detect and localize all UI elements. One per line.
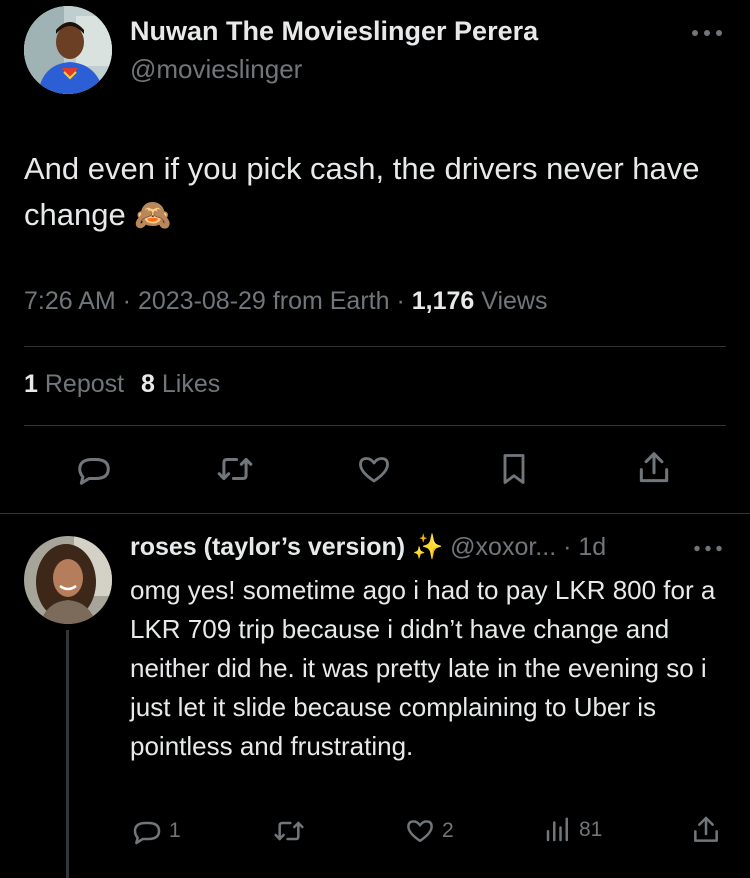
reply-like-button[interactable]: 2 <box>404 815 454 846</box>
reply-more-icon[interactable] <box>693 544 723 553</box>
reply-author-name[interactable]: roses (taylor’s version) <box>130 533 405 561</box>
divider <box>24 425 726 426</box>
author-name[interactable]: Nuwan The Movieslinger Perera <box>130 16 538 47</box>
reposts-link[interactable]: 1 Repost <box>24 370 131 398</box>
author-avatar[interactable] <box>24 6 112 94</box>
share-icon[interactable] <box>635 448 673 488</box>
tweet-time[interactable]: 7:26 AM <box>24 287 116 315</box>
heart-icon <box>404 815 436 846</box>
reply-icon <box>131 815 163 847</box>
reply-author-avatar[interactable] <box>24 536 112 624</box>
bookmark-icon[interactable] <box>496 450 532 488</box>
engagement-counts: 1 Repost 8 Likes <box>24 370 220 399</box>
reply-age[interactable]: 1d <box>578 533 606 561</box>
sparkles-emoji: ✨ <box>412 533 444 561</box>
reposts-label: Repost <box>44 370 125 398</box>
reply-reply-count: 1 <box>169 819 181 842</box>
tweet-text-body: And even if you pick cash, the drivers n… <box>24 151 700 232</box>
reply-like-count: 2 <box>442 818 454 842</box>
retweet-icon[interactable] <box>215 450 255 488</box>
tweet-meta: 7:26 AM · 2023-08-29 from Earth · 1,176 … <box>24 287 548 315</box>
reply-retweet-icon[interactable] <box>272 815 306 847</box>
divider <box>24 346 726 347</box>
see-no-evil-emoji: 🙈 <box>134 199 172 232</box>
reply-views-button[interactable]: 81 <box>543 815 602 845</box>
reply-share-icon[interactable] <box>690 813 722 847</box>
reply-author-handle[interactable]: @xoxor... <box>450 533 556 561</box>
tweet-text: And even if you pick cash, the drivers n… <box>24 146 724 239</box>
tweet-date[interactable]: 2023-08-29 <box>138 287 266 315</box>
reply-reply-button[interactable]: 1 <box>131 815 181 847</box>
author-handle[interactable]: @movieslinger <box>130 54 302 85</box>
reply-view-count: 81 <box>579 818 603 841</box>
thread-line <box>66 630 69 878</box>
more-icon[interactable] <box>690 28 724 38</box>
views-label: Views <box>481 287 548 315</box>
likes-count: 8 <box>141 370 155 398</box>
reply-header: roses (taylor’s version) ✨ @xoxor... · 1… <box>130 533 607 561</box>
heart-icon[interactable] <box>355 451 393 487</box>
views-count: 1,176 <box>411 287 475 315</box>
likes-link[interactable]: 8 Likes <box>141 370 220 398</box>
reposts-count: 1 <box>24 370 38 398</box>
tweet-source: from Earth <box>272 287 390 315</box>
likes-label: Likes <box>161 370 221 398</box>
analytics-icon <box>543 815 573 845</box>
divider <box>0 513 750 514</box>
reply-icon[interactable] <box>75 450 113 488</box>
reply-text: omg yes! sometime ago i had to pay LKR 8… <box>130 575 716 761</box>
